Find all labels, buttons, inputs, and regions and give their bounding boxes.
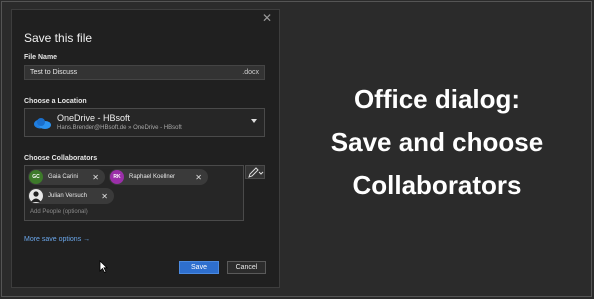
save-button[interactable]: Save [179,261,219,274]
remove-collaborator-icon[interactable]: ✕ [101,192,111,201]
cancel-button[interactable]: Cancel [227,261,266,274]
more-save-options-link[interactable]: More save options → [24,236,90,243]
collaborator-name: Raphael Koellner [129,174,176,180]
caption-line-3: Collaborators [352,170,522,200]
avatar [29,189,43,203]
add-people-input[interactable]: Add People (optional) [30,209,88,215]
file-name-label: File Name [24,54,58,61]
location-name: OneDrive - HBsoft [57,113,131,123]
file-extension: .docx [242,69,259,76]
collaborator-name: Gaia Carini [48,174,79,180]
onedrive-cloud-icon [34,118,51,129]
file-name-input[interactable]: Test to Discuss .docx [24,65,265,80]
caption-line-2: Save and choose [330,127,544,157]
close-icon[interactable]: ✕ [262,11,272,25]
avatar: GC [29,170,43,184]
remove-collaborator-icon[interactable]: ✕ [195,173,205,182]
location-dropdown[interactable]: OneDrive - HBsoft Hans.Brender@HBsoft.de… [24,108,265,137]
location-path: Hans.Brender@HBsoft.de » OneDrive - HBso… [57,125,182,131]
pencil-icon [248,167,264,178]
person-photo-icon [29,189,43,203]
collaborator-name: Julian Versuch [48,193,88,199]
collaborator-chip: RK Raphael Koellner ✕ [109,169,208,185]
edit-permissions-button[interactable] [245,165,265,179]
overlay-caption: Office dialog: Save and choose Collabora… [280,78,594,207]
collaborator-chip: GC Gaia Carini ✕ [28,169,105,185]
chevron-down-icon [251,119,257,123]
collaborator-chip: Julian Versuch ✕ [28,188,114,204]
collaborators-label: Choose Collaborators [24,155,98,162]
save-dialog: ✕ Save this file File Name Test to Discu… [11,9,280,288]
mouse-cursor-icon [99,260,108,273]
location-label: Choose a Location [24,98,87,105]
caption-line-1: Office dialog: [353,84,521,114]
remove-collaborator-icon[interactable]: ✕ [92,173,102,182]
dialog-title: Save this file [24,31,93,45]
collaborators-field[interactable]: GC Gaia Carini ✕ RK Raphael Koellner ✕ J… [24,165,244,221]
file-name-value: Test to Discuss [30,69,78,76]
avatar: RK [110,170,124,184]
